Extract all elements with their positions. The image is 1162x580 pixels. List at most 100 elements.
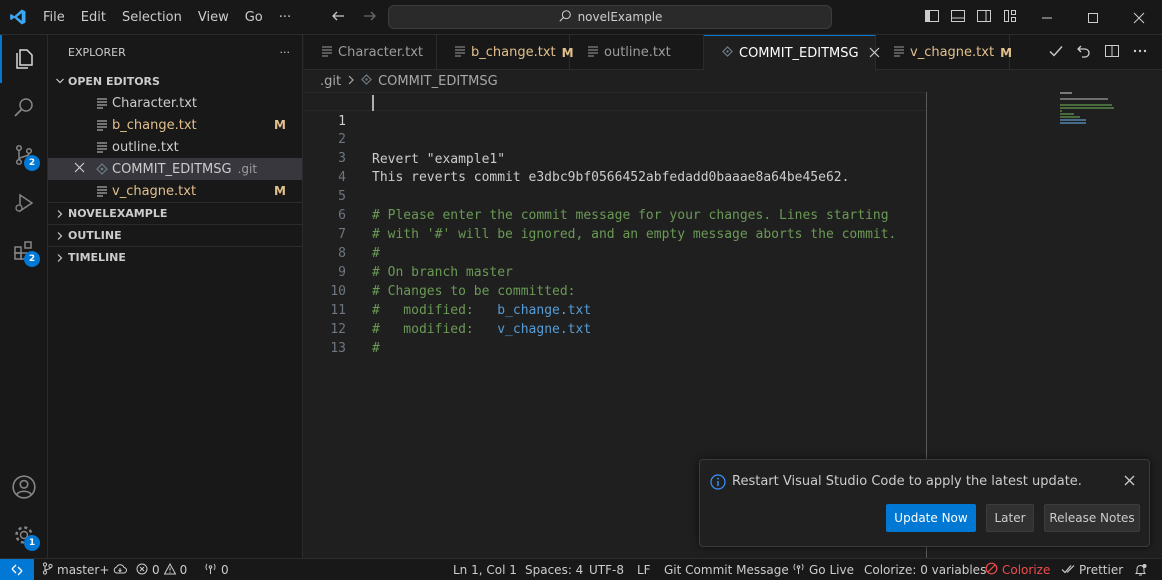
source-control-icon[interactable]: 2 bbox=[0, 131, 48, 179]
editor-tabs: Character.txt b_change.txt M outline.txt… bbox=[304, 35, 1162, 71]
minimize-icon[interactable] bbox=[1024, 0, 1070, 35]
open-editor-character[interactable]: Character.txt bbox=[48, 92, 302, 114]
file-lines-icon bbox=[96, 119, 108, 135]
branch-status[interactable]: master+ bbox=[42, 559, 128, 580]
broadcast-icon bbox=[792, 562, 805, 578]
broadcast-icon bbox=[204, 562, 217, 578]
chevron-right-icon bbox=[52, 253, 68, 263]
open-editor-b-change[interactable]: b_change.txt M bbox=[48, 114, 302, 136]
open-editor-outline[interactable]: outline.txt bbox=[48, 136, 302, 158]
maximize-icon[interactable] bbox=[1070, 0, 1116, 35]
explorer-more-button[interactable]: ··· bbox=[280, 46, 291, 59]
code-line: 11 # modified: v_chagne.txt bbox=[304, 282, 926, 337]
file-lines-icon bbox=[588, 45, 598, 61]
menu-file[interactable]: File bbox=[35, 0, 73, 35]
close-editor-icon[interactable] bbox=[74, 162, 85, 177]
tab-b-change[interactable]: b_change.txt M bbox=[437, 35, 574, 70]
breadcrumb-file[interactable]: COMMIT_EDITMSG bbox=[378, 74, 498, 89]
prettier-status[interactable]: Prettier bbox=[1061, 559, 1123, 580]
ports-status[interactable]: 0 bbox=[204, 559, 229, 580]
colorize-variables-status[interactable]: Colorize: 0 variables bbox=[864, 559, 986, 580]
toggle-panel-icon[interactable] bbox=[950, 8, 966, 28]
forward-arrow-icon[interactable] bbox=[362, 8, 378, 28]
release-notes-button[interactable]: Release Notes bbox=[1044, 504, 1140, 532]
eol-status[interactable]: LF bbox=[637, 559, 651, 580]
tab-character[interactable]: Character.txt bbox=[304, 35, 437, 70]
open-editor-v-chagne[interactable]: v_chagne.txt M bbox=[48, 180, 302, 202]
search-view-icon[interactable] bbox=[0, 83, 48, 131]
modified-badge: M bbox=[274, 184, 286, 198]
file-lines-icon bbox=[455, 45, 465, 61]
accounts-icon[interactable] bbox=[0, 463, 48, 511]
tab-commit-editmsg[interactable]: COMMIT_EDITMSG bbox=[704, 35, 879, 71]
menu-more[interactable]: ··· bbox=[271, 0, 299, 35]
file-name: Character.txt bbox=[112, 95, 198, 111]
cursor-position[interactable]: Ln 1, Col 1 bbox=[453, 559, 517, 580]
manage-gear-icon[interactable]: 1 bbox=[0, 511, 48, 559]
notifications-bell-icon[interactable] bbox=[1134, 559, 1147, 580]
menu-go[interactable]: Go bbox=[237, 0, 271, 35]
later-button[interactable]: Later bbox=[986, 504, 1034, 532]
scm-badge: 2 bbox=[24, 155, 40, 171]
discard-undo-icon[interactable] bbox=[1076, 43, 1092, 63]
remote-indicator-icon[interactable] bbox=[0, 559, 34, 580]
open-editors-label: OPEN EDITORS bbox=[68, 74, 160, 88]
branch-name: master+ bbox=[57, 563, 110, 577]
open-editors-header[interactable]: OPEN EDITORS bbox=[48, 70, 302, 92]
tab-label: COMMIT_EDITMSG bbox=[739, 46, 859, 61]
run-debug-icon[interactable] bbox=[0, 179, 48, 227]
menu-selection[interactable]: Selection bbox=[114, 0, 190, 35]
command-center-search[interactable]: novelExample bbox=[388, 5, 832, 29]
breadcrumb-folder[interactable]: .git bbox=[320, 74, 341, 89]
outline-section-header[interactable]: OUTLINE bbox=[48, 224, 302, 246]
explorer-icon[interactable] bbox=[0, 35, 48, 83]
indentation-status[interactable]: Spaces: 4 bbox=[525, 559, 583, 580]
code-line: 2 bbox=[304, 111, 926, 147]
novelexample-section-header[interactable]: NOVELEXAMPLE bbox=[48, 202, 302, 224]
file-name: outline.txt bbox=[112, 139, 179, 155]
open-editor-commit-editmsg[interactable]: COMMIT_EDITMSG .git bbox=[48, 158, 302, 180]
go-live-label: Go Live bbox=[809, 563, 854, 577]
update-notification: Restart Visual Studio Code to apply the … bbox=[699, 459, 1150, 547]
chevron-down-icon bbox=[52, 76, 68, 86]
line-number: 13 bbox=[330, 341, 346, 356]
close-window-icon[interactable] bbox=[1116, 0, 1162, 35]
more-actions-icon[interactable] bbox=[1132, 43, 1148, 63]
file-lines-icon bbox=[96, 185, 108, 201]
problems-status[interactable]: 0 0 bbox=[136, 559, 187, 580]
back-arrow-icon[interactable] bbox=[330, 8, 346, 28]
tab-v-chagne[interactable]: v_chagne.txt M bbox=[876, 35, 1012, 70]
split-editor-icon[interactable] bbox=[1104, 43, 1120, 63]
close-notification-icon[interactable] bbox=[1124, 472, 1135, 490]
tab-outline[interactable]: outline.txt bbox=[570, 35, 704, 70]
code-line: 5 # Please enter the commit message for … bbox=[304, 168, 926, 223]
notification-message: Restart Visual Studio Code to apply the … bbox=[732, 474, 1082, 489]
sync-cloud-icon[interactable] bbox=[113, 563, 128, 578]
language-mode[interactable]: Git Commit Message bbox=[664, 559, 789, 580]
minimap[interactable] bbox=[1060, 92, 1140, 132]
extensions-icon[interactable]: 2 bbox=[0, 227, 48, 275]
accept-commit-check-icon[interactable] bbox=[1048, 43, 1064, 63]
toggle-secondary-sidebar-icon[interactable] bbox=[976, 8, 992, 28]
customize-layout-icon[interactable] bbox=[1002, 8, 1018, 28]
file-name: b_change.txt bbox=[112, 117, 197, 133]
file-lines-icon bbox=[96, 141, 108, 157]
prettier-label: Prettier bbox=[1079, 563, 1124, 577]
menu-view[interactable]: View bbox=[190, 0, 237, 35]
code-line: 1 Revert "example1" bbox=[304, 92, 926, 167]
file-name: COMMIT_EDITMSG bbox=[112, 161, 232, 177]
code-line: 12 # bbox=[304, 301, 926, 356]
section-label: TIMELINE bbox=[68, 251, 126, 264]
section-label: OUTLINE bbox=[68, 229, 122, 242]
update-now-button[interactable]: Update Now bbox=[886, 504, 976, 532]
menu-bar: File Edit Selection View Go ··· bbox=[35, 0, 299, 35]
toggle-primary-sidebar-icon[interactable] bbox=[924, 8, 940, 28]
timeline-section-header[interactable]: TIMELINE bbox=[48, 246, 302, 268]
go-live-status[interactable]: Go Live bbox=[792, 559, 854, 580]
colorize-status[interactable]: Colorize bbox=[985, 559, 1050, 580]
breadcrumb: .git COMMIT_EDITMSG bbox=[304, 70, 498, 92]
error-icon bbox=[136, 563, 148, 578]
encoding-status[interactable]: UTF-8 bbox=[589, 559, 624, 580]
file-lines-icon bbox=[96, 97, 108, 113]
menu-edit[interactable]: Edit bbox=[73, 0, 114, 35]
